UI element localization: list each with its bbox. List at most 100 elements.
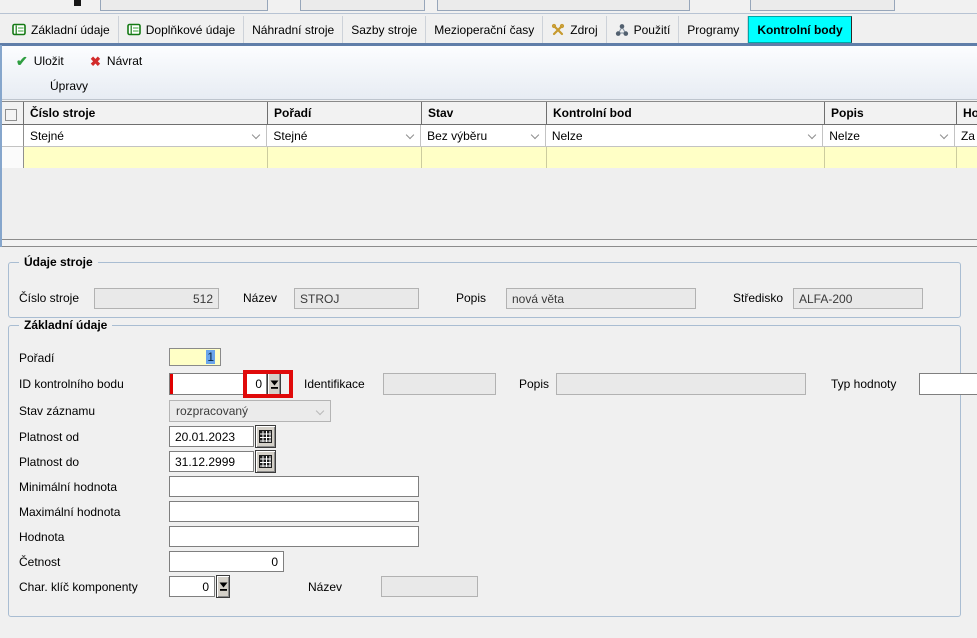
platnost-do-calendar-button[interactable] [255,450,276,473]
back-button[interactable]: ✖ Návrat [86,52,146,70]
cell-cislo-stroje[interactable] [24,147,268,168]
poradi-input[interactable]: 1 [169,348,221,366]
chevron-down-icon [406,131,414,139]
tab-pouziti[interactable]: Použití [607,16,680,43]
calendar-icon [259,455,272,468]
app-window: Základní údaje Doplňkové údaje Náhradní … [0,0,977,638]
col-header-kontrolni-bod[interactable]: Kontrolní bod [547,102,825,125]
tab-programy[interactable]: Programy [679,16,748,43]
tab-label: Základní údaje [31,23,110,37]
popis-field: nová věta [506,288,696,309]
grid-empty-area [0,168,977,239]
max-hodnota-input[interactable] [169,501,419,522]
field-label-hodnota: Hodnota [19,530,64,544]
tab-zakladni-udaje[interactable]: Základní údaje [4,16,119,43]
tab-bar: Základní údaje Doplňkové údaje Náhradní … [0,14,977,43]
group-title: Základní údaje [19,318,112,332]
char-klic-spin-button[interactable] [216,575,230,598]
field-label-min-hodnota: Minimální hodnota [19,480,117,494]
field-label-popis: Popis [456,291,486,305]
stav-zaznamu-value: rozpracovaný [176,404,248,418]
close-icon: ✖ [90,55,101,68]
save-button-label: Uložit [34,54,64,68]
field-label-stav-zaznamu: Stav záznamu [19,404,95,418]
stav-zaznamu-dropdown: rozpracovaný [169,400,331,422]
check-icon: ✔ [16,54,28,68]
platnost-od-input[interactable]: 20.01.2023 [169,426,254,447]
tab-label: Programy [687,23,739,37]
filter-cislo-stroje[interactable]: Stejné [24,125,267,147]
min-hodnota-input[interactable] [169,476,419,497]
row-selector-cell[interactable] [0,147,24,168]
cell-kontrolni-bod[interactable] [547,147,825,168]
identifikace-field [383,373,496,395]
hodnota-input[interactable] [169,526,419,547]
col-header-hodnota-truncated[interactable]: Ho [957,102,977,125]
tab-label: Doplňkové údaje [146,23,235,37]
field-label-max-hodnota: Maximální hodnota [19,505,120,519]
field-label-char-klic: Char. klíč komponenty [19,580,138,594]
cetnost-input[interactable]: 0 [169,551,284,572]
tab-label: Kontrolní body [757,23,842,37]
platnost-od-calendar-button[interactable] [255,425,276,448]
tab-label: Zdroj [570,23,597,37]
tab-sazby-stroje[interactable]: Sazby stroje [343,16,426,43]
tab-zdroj[interactable]: Zdroj [543,16,606,43]
menu-upravy[interactable]: Úpravy [44,77,94,95]
tab-doplnkove-udaje[interactable]: Doplňkové údaje [119,16,244,43]
save-button[interactable]: ✔ Uložit [12,52,68,70]
col-header-stav[interactable]: Stav [422,102,547,125]
tab-kontrolni-body[interactable]: Kontrolní body [748,16,851,43]
id-kontrolniho-bodu-input[interactable]: 0 [169,373,267,395]
nazev2-field [381,576,478,597]
field-label-popis2: Popis [519,377,549,391]
filter-popis[interactable]: Nelze [823,125,955,147]
book-icon [127,23,141,36]
window-above-field [300,0,425,11]
tools-icon [551,23,565,37]
cell-stav[interactable] [422,147,547,168]
nazev-field: STROJ [294,288,419,309]
char-klic-input[interactable]: 0 [169,576,215,597]
stredisko-field: ALFA-200 [793,288,923,309]
horizontal-splitter[interactable] [0,239,977,247]
select-all-checkbox[interactable] [5,109,17,121]
grid-select-all-cell[interactable] [0,102,24,125]
window-above-text-fragment [74,0,81,6]
filter-kontrolni-bod[interactable]: Nelze [546,125,823,147]
field-label-cetnost: Četnost [19,555,60,569]
cislo-stroje-field: 512 [94,288,219,309]
grid-new-row[interactable] [0,147,977,168]
control-points-grid: Číslo stroje Pořadí Stav Kontrolní bod P… [0,101,977,169]
field-label-identifikace: Identifikace [304,377,365,391]
filter-hodnota-truncated[interactable]: Za [955,125,977,147]
machine-data-group: Údaje stroje Číslo stroje 512 Název STRO… [8,262,961,318]
arrow-down-to-bar-icon [219,581,228,592]
field-label-cislo-stroje: Číslo stroje [19,291,79,305]
cell-hodnota[interactable] [957,147,977,168]
tab-label: Mezioperační časy [434,23,534,37]
cell-popis[interactable] [825,147,957,168]
tab-mezioperacni-casy[interactable]: Mezioperační časy [426,16,543,43]
col-header-poradi[interactable]: Pořadí [268,102,422,125]
col-header-cislo-stroje[interactable]: Číslo stroje [24,102,268,125]
lookup-spin-button[interactable] [267,372,281,396]
filter-poradi[interactable]: Stejné [267,125,421,147]
filter-value: Za [961,129,975,143]
window-above-field [750,0,895,11]
grid-header-row: Číslo stroje Pořadí Stav Kontrolní bod P… [0,102,977,125]
chevron-down-icon [940,131,948,139]
col-header-popis[interactable]: Popis [825,102,957,125]
chevron-down-icon [808,131,816,139]
tab-label: Sazby stroje [351,23,417,37]
filter-stav[interactable]: Bez výběru [421,125,546,147]
typ-hodnoty-input[interactable] [919,373,977,395]
tab-nahradni-stroje[interactable]: Náhradní stroje [244,16,343,43]
platnost-do-input[interactable]: 31.12.2999 [169,451,254,472]
window-above-field [100,0,268,11]
filter-value: Nelze [552,129,583,143]
field-label-platnost-do: Platnost do [19,455,79,469]
required-field-bar [170,374,173,394]
filter-value: Bez výběru [427,129,487,143]
cell-poradi[interactable] [268,147,422,168]
